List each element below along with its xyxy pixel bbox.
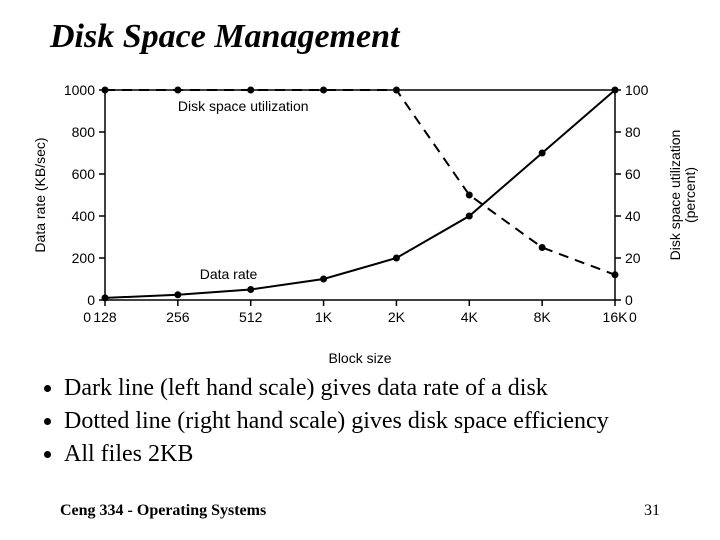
right-tick-label: 100 xyxy=(625,82,649,98)
left-tick-label: 600 xyxy=(72,166,96,182)
x-tick-label: 16K xyxy=(603,309,629,325)
x-tick-label: 4K xyxy=(461,309,479,325)
list-item: Dark line (left hand scale) gives data r… xyxy=(64,373,700,404)
data-point xyxy=(247,87,254,94)
x-tick-label: 256 xyxy=(166,309,190,325)
data-point xyxy=(539,244,546,251)
chart: 0 200 400 600 800 1000 0 20 40 60 80 100 128 256 512 1K… xyxy=(20,75,700,345)
page-number: 31 xyxy=(644,502,660,520)
data-point xyxy=(612,271,619,278)
data-point xyxy=(320,87,327,94)
right-tick-label: 60 xyxy=(625,166,641,182)
right-tick-label: 20 xyxy=(625,250,641,266)
series-data-rate xyxy=(105,90,615,298)
bullet-list: Dark line (left hand scale) gives data r… xyxy=(40,373,700,473)
x-terminal-left: 0 xyxy=(83,309,91,325)
x-tick-label: 512 xyxy=(239,309,263,325)
data-point xyxy=(393,87,400,94)
chart-svg: 0 200 400 600 800 1000 0 20 40 60 80 100 128 256 512 1K… xyxy=(20,75,700,345)
x-axis-caption: Block size xyxy=(0,350,720,366)
left-tick-label: 400 xyxy=(72,208,96,224)
footer-course: Ceng 334 - Operating Systems xyxy=(60,502,266,520)
left-tick-label: 0 xyxy=(87,292,95,308)
page-title: Disk Space Management xyxy=(50,18,399,56)
x-tick-label: 8K xyxy=(534,309,552,325)
x-tick-label: 1K xyxy=(315,309,333,325)
left-tick-label: 800 xyxy=(72,124,96,140)
series-disk-space-utilization xyxy=(105,90,615,275)
right-axis-label: (percent) xyxy=(682,167,698,223)
data-point xyxy=(174,87,181,94)
data-point xyxy=(247,286,254,293)
data-point xyxy=(466,213,473,220)
data-point xyxy=(612,87,619,94)
series-label: Disk space utilization xyxy=(178,98,309,114)
data-point xyxy=(393,255,400,262)
data-point xyxy=(174,291,181,298)
right-tick-label: 0 xyxy=(625,292,633,308)
data-point xyxy=(466,192,473,199)
left-axis-label: Data rate (KB/sec) xyxy=(32,137,48,252)
data-point xyxy=(102,87,109,94)
left-tick-label: 1000 xyxy=(64,82,95,98)
x-tick-label: 2K xyxy=(388,309,406,325)
data-point xyxy=(102,294,109,301)
data-point xyxy=(539,150,546,157)
data-point xyxy=(320,276,327,283)
x-terminal-right: 0 xyxy=(629,309,637,325)
right-tick-label: 40 xyxy=(625,208,641,224)
list-item: Dotted line (right hand scale) gives dis… xyxy=(64,406,700,437)
right-tick-label: 80 xyxy=(625,124,641,140)
right-axis-label: Disk space utilization xyxy=(667,130,683,261)
x-tick-label: 128 xyxy=(93,309,117,325)
series-label: Data rate xyxy=(200,266,258,282)
left-tick-label: 200 xyxy=(72,250,96,266)
list-item: All files 2KB xyxy=(64,439,700,470)
